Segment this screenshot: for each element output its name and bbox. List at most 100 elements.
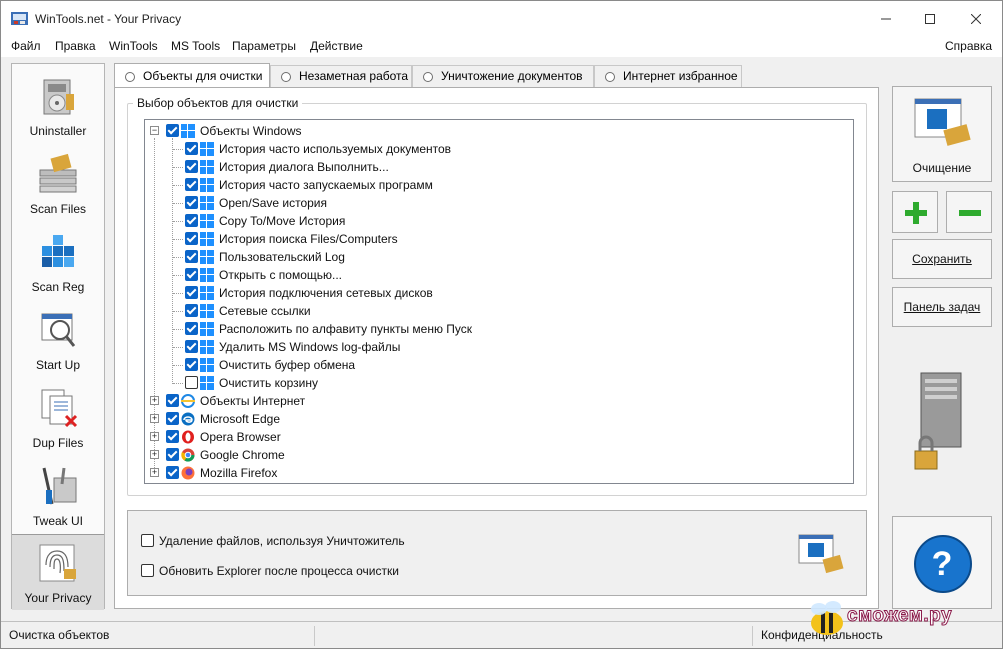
checkbox[interactable]	[185, 178, 198, 191]
tree-node-child[interactable]: История часто используемых документов	[145, 140, 845, 158]
watermark: сможем.ру	[803, 595, 1003, 645]
tree-node-root[interactable]: + Microsoft Edge	[145, 410, 845, 428]
tree-connector	[173, 347, 183, 348]
checkbox[interactable]	[166, 430, 179, 443]
tree-node-child[interactable]: Удалить MS Windows log-файлы	[145, 338, 845, 356]
minimize-button[interactable]	[863, 1, 909, 37]
tree-node-child[interactable]: Пользовательский Log	[145, 248, 845, 266]
ie-icon	[181, 394, 195, 408]
title-bar: WinTools.net - Your Privacy	[1, 1, 1002, 37]
sidebar-item-dup-files[interactable]: Dup Files	[12, 380, 104, 458]
tree-node-child[interactable]: Очистить корзину	[145, 374, 845, 392]
tree-node-label: История часто запускаемых программ	[219, 178, 433, 192]
menu-file[interactable]: Файл	[11, 39, 41, 53]
checkbox[interactable]	[166, 466, 179, 479]
sidebar-item-startup[interactable]: Start Up	[12, 302, 104, 380]
tree-connector	[173, 149, 183, 150]
checkbox[interactable]	[185, 376, 198, 389]
checkbox[interactable]	[185, 142, 198, 155]
tree-node-root[interactable]: + Opera Browser	[145, 428, 845, 446]
taskbar-label: Панель задач	[903, 300, 981, 314]
tree-node-root[interactable]: + Mozilla Firefox	[145, 464, 845, 482]
tree-node-child[interactable]: Open/Save история	[145, 194, 845, 212]
tab-internet-favorites[interactable]: Интернет избранное	[594, 65, 742, 87]
tree-node-root[interactable]: + Google Chrome	[145, 446, 845, 464]
tab-document-shredding[interactable]: Уничтожение документов	[412, 65, 594, 87]
tree-connector	[173, 203, 183, 204]
menu-action[interactable]: Действие	[310, 39, 363, 53]
app-window: WinTools.net - Your Privacy Файл Правка …	[0, 0, 1003, 649]
expand-icon[interactable]: +	[150, 414, 159, 423]
checkbox[interactable]	[166, 124, 179, 137]
windows-icon	[200, 196, 214, 210]
tree-node-child[interactable]: Очистить буфер обмена	[145, 356, 845, 374]
checkbox[interactable]	[185, 268, 198, 281]
tab-label: Интернет избранное	[623, 69, 738, 83]
sidebar-label: Dup Files	[32, 436, 84, 450]
save-button[interactable]: Сохранить	[892, 239, 992, 279]
tree-connector	[173, 365, 183, 366]
maximize-button[interactable]	[907, 1, 953, 37]
checkbox[interactable]	[141, 534, 154, 547]
tree-node-windows[interactable]: − Объекты Windows	[145, 122, 845, 140]
checkbox[interactable]	[166, 394, 179, 407]
checkbox[interactable]	[185, 232, 198, 245]
tree-node-label: Объекты Интернет	[200, 394, 306, 408]
tree-node-child[interactable]: Расположить по алфавиту пункты меню Пуск	[145, 320, 845, 338]
tree-node-label: История диалога Выполнить...	[219, 160, 389, 174]
expand-icon[interactable]: +	[150, 468, 159, 477]
tree-node-child[interactable]: История подключения сетевых дисков	[145, 284, 845, 302]
sidebar-item-uninstaller[interactable]: Uninstaller	[12, 68, 104, 146]
tab-cleanup-objects[interactable]: Объекты для очистки	[114, 63, 270, 87]
clean-button[interactable]: Очищение	[892, 86, 992, 182]
checkbox[interactable]	[141, 564, 154, 577]
privacy-icon	[39, 544, 76, 582]
tree-node-child[interactable]: История поиска Files/Computers	[145, 230, 845, 248]
sidebar-item-your-privacy[interactable]: Your Privacy	[12, 534, 104, 610]
menu-help[interactable]: Справка	[945, 39, 992, 53]
tab-stealth-mode[interactable]: Незаметная работа	[270, 65, 412, 87]
sidebar-item-scan-files[interactable]: Scan Files	[12, 146, 104, 224]
checkbox[interactable]	[185, 322, 198, 335]
menu-edit[interactable]: Правка	[55, 39, 96, 53]
tree-node-child[interactable]: Сетевые ссылки	[145, 302, 845, 320]
sidebar-item-tweak-ui[interactable]: Tweak UI	[12, 458, 104, 536]
expand-icon[interactable]: +	[150, 396, 159, 405]
tree-node-root[interactable]: + Объекты Интернет	[145, 392, 845, 410]
windows-icon	[200, 160, 214, 174]
checkbox[interactable]	[185, 340, 198, 353]
menu-mstools[interactable]: MS Tools	[171, 39, 220, 53]
close-button[interactable]	[953, 1, 999, 37]
tab-label: Уничтожение документов	[441, 69, 583, 83]
taskbar-button[interactable]: Панель задач	[892, 287, 992, 327]
sidebar-item-scan-reg[interactable]: Scan Reg	[12, 224, 104, 302]
menu-wintools[interactable]: WinTools	[109, 39, 158, 53]
checkbox[interactable]	[185, 250, 198, 263]
expand-icon[interactable]: +	[150, 432, 159, 441]
expand-icon[interactable]: +	[150, 450, 159, 459]
checkbox[interactable]	[185, 214, 198, 227]
group-title: Выбор объектов для очистки	[133, 96, 303, 110]
checkbox[interactable]	[185, 358, 198, 371]
collapse-icon[interactable]: −	[150, 126, 159, 135]
plus-icon	[905, 202, 927, 224]
checkbox[interactable]	[185, 196, 198, 209]
tree-node-child[interactable]: История диалога Выполнить...	[145, 158, 845, 176]
windows-icon	[200, 322, 214, 336]
tree-node-child[interactable]: Copy To/Move История	[145, 212, 845, 230]
tree-node-child[interactable]: Открыть с помощью...	[145, 266, 845, 284]
windows-icon	[200, 340, 214, 354]
checkbox[interactable]	[185, 160, 198, 173]
menu-settings[interactable]: Параметры	[232, 39, 296, 53]
remove-button[interactable]	[946, 191, 992, 233]
add-button[interactable]	[892, 191, 938, 233]
checkbox[interactable]	[185, 304, 198, 317]
tree-node-child[interactable]: История часто запускаемых программ	[145, 176, 845, 194]
tree-node-label: Очистить корзину	[219, 376, 318, 390]
checkbox[interactable]	[166, 412, 179, 425]
checkbox[interactable]	[185, 286, 198, 299]
cleanup-tree[interactable]: − Объекты Windows История часто использу…	[144, 119, 854, 484]
option-label: Удаление файлов, используя Уничтожитель	[159, 534, 405, 548]
tab-radio-icon	[423, 72, 433, 82]
checkbox[interactable]	[166, 448, 179, 461]
